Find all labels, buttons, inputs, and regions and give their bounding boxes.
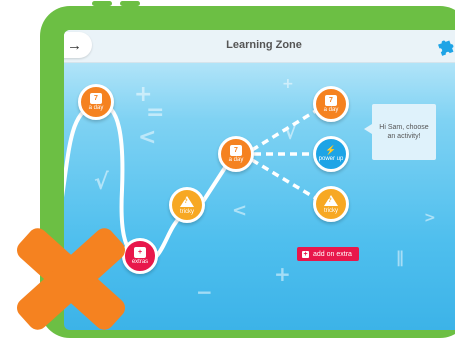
activity-a-day[interactable]: 7 a day — [313, 86, 349, 122]
activity-power-up[interactable]: ⚡ power up — [313, 136, 349, 172]
add-extra-label: add on extra — [313, 250, 352, 258]
app-header: → Learning Zone — [64, 30, 455, 63]
node-label: a day — [88, 105, 104, 111]
node-label: extras — [131, 259, 149, 265]
warning-triangle-icon: ? — [324, 194, 338, 206]
add-extra-button[interactable]: + add on extra — [297, 247, 359, 261]
node-label: a day — [323, 107, 339, 113]
warning-triangle-icon: ? — [180, 195, 194, 207]
node-label: tricky — [324, 207, 338, 214]
calendar-icon: 7 — [230, 145, 242, 156]
puzzle-icon[interactable] — [436, 36, 455, 56]
activity-a-day[interactable]: 7 a day — [78, 84, 114, 120]
activity-tricky[interactable]: ? tricky — [169, 187, 205, 223]
calendar-icon: 7 — [325, 95, 337, 106]
cross-icon — [17, 228, 125, 330]
node-label: a day — [228, 157, 244, 163]
branch-line — [251, 105, 323, 204]
bolt-icon: ⚡ — [325, 145, 337, 155]
calendar-icon: 7 — [90, 93, 102, 104]
activity-a-day[interactable]: 7 a day — [218, 136, 254, 172]
node-label: tricky — [180, 208, 194, 215]
plus-icon: + — [302, 250, 309, 258]
node-label: power up — [318, 156, 344, 162]
tablet-button — [120, 1, 140, 6]
tablet-button — [92, 1, 112, 6]
activity-tricky[interactable]: ? tricky — [313, 186, 349, 222]
page-title: Learning Zone — [226, 39, 302, 51]
plus-box-icon: + — [134, 247, 146, 258]
speech-bubble: Hi Sam, choose an activity! — [364, 104, 436, 160]
